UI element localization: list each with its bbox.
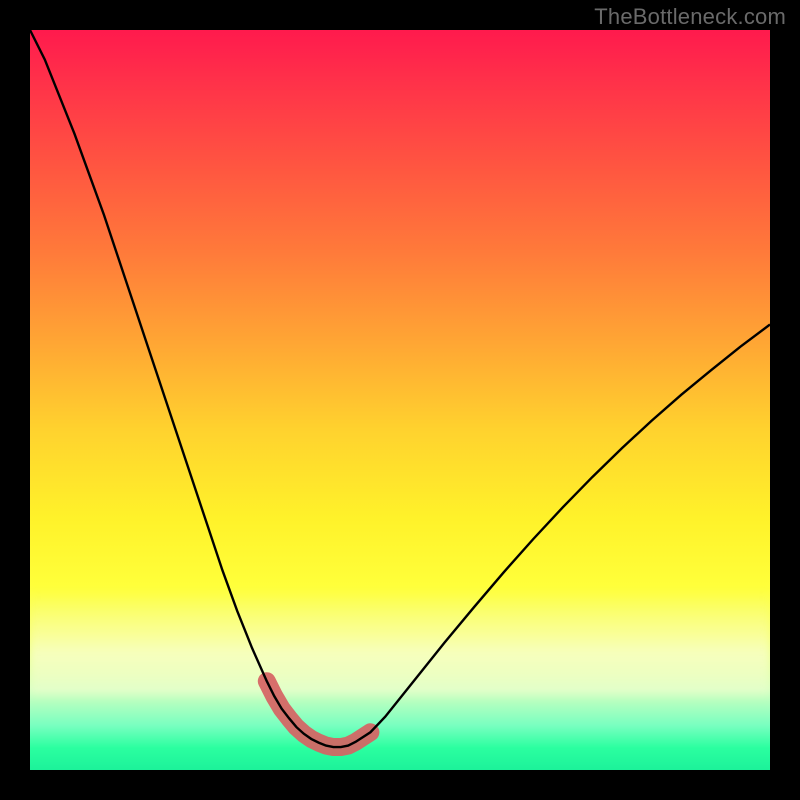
chart-frame: TheBottleneck.com: [0, 0, 800, 800]
plot-area: [30, 30, 770, 770]
chart-svg: [30, 30, 770, 770]
watermark-text: TheBottleneck.com: [594, 4, 786, 30]
bottleneck-curve: [30, 30, 770, 747]
trough-overlay-curve: [267, 681, 371, 747]
